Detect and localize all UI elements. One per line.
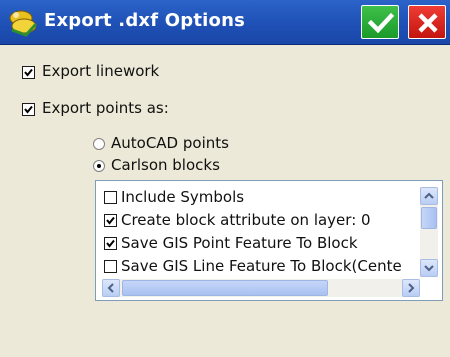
scroll-right-button[interactable] — [402, 279, 420, 297]
include-symbols-checkbox[interactable] — [104, 191, 117, 204]
chevron-down-icon — [424, 265, 434, 272]
ok-button[interactable] — [361, 5, 399, 39]
app-logo-icon — [9, 10, 38, 37]
vertical-scroll-thumb[interactable] — [421, 207, 437, 229]
checkmark-icon — [106, 216, 115, 225]
chevron-right-icon — [408, 283, 415, 293]
checkmark-icon — [24, 105, 33, 114]
scroll-left-button[interactable] — [102, 279, 120, 297]
list-item-label: Include Symbols — [121, 188, 245, 206]
title-bar: Export .dxf Options — [0, 0, 450, 45]
create-block-attribute-checkbox[interactable] — [104, 214, 117, 227]
list-item-save-gis-line[interactable]: Save GIS Line Feature To Block(Cente — [104, 256, 414, 278]
scroll-down-button[interactable] — [420, 259, 438, 277]
checkmark-icon — [24, 68, 33, 77]
x-icon — [418, 13, 438, 33]
vertical-scrollbar[interactable] — [420, 187, 438, 277]
radio-selected-dot — [97, 164, 101, 168]
export-points-label: Export points as: — [42, 99, 169, 117]
list-item-save-gis-point[interactable]: Save GIS Point Feature To Block — [104, 233, 414, 255]
window-title: Export .dxf Options — [44, 10, 245, 31]
list-item-label: Save GIS Line Feature To Block(Cente — [121, 257, 402, 275]
carlson-blocks-radio[interactable] — [93, 160, 105, 172]
horizontal-scroll-thumb[interactable] — [122, 280, 328, 296]
list-item-create-block-attribute[interactable]: Create block attribute on layer: 0 — [104, 210, 414, 232]
checkmark-icon — [106, 239, 115, 248]
block-options-list[interactable]: Include Symbols Create block attribute o… — [95, 180, 443, 301]
export-points-checkbox[interactable] — [22, 103, 35, 116]
save-gis-line-checkbox[interactable] — [104, 260, 117, 273]
save-gis-point-checkbox[interactable] — [104, 237, 117, 250]
export-linework-checkbox[interactable] — [22, 66, 35, 79]
list-item-label: Create block attribute on layer: 0 — [121, 211, 371, 229]
scroll-up-button[interactable] — [420, 187, 438, 205]
autocad-points-label: AutoCAD points — [111, 134, 229, 152]
export-linework-label: Export linework — [42, 62, 160, 80]
chevron-up-icon — [424, 192, 434, 199]
autocad-points-radio[interactable] — [93, 138, 105, 150]
checkmark-icon — [367, 12, 395, 34]
chevron-left-icon — [107, 283, 114, 293]
list-item-include-symbols[interactable]: Include Symbols — [104, 187, 414, 209]
horizontal-scrollbar[interactable] — [102, 279, 420, 297]
cancel-button[interactable] — [408, 5, 446, 39]
list-item-label: Save GIS Point Feature To Block — [121, 234, 358, 252]
carlson-blocks-label: Carlson blocks — [111, 156, 220, 174]
